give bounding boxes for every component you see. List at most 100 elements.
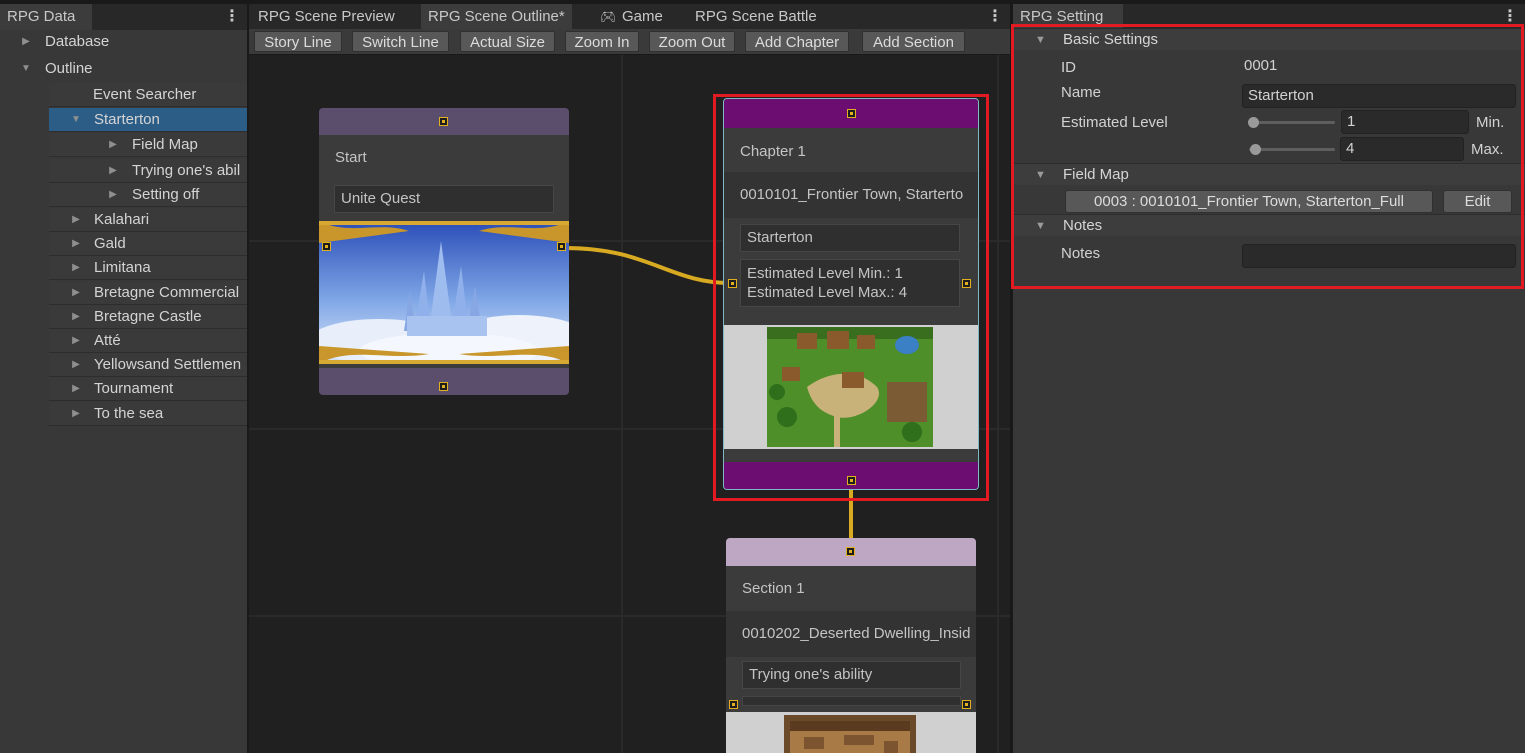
tab-game[interactable]: 🎮︎ Game: [594, 4, 670, 30]
level-min-field[interactable]: 1: [1341, 110, 1469, 134]
collapsed-arrow-icon[interactable]: ▶: [70, 281, 82, 304]
chapter-level-max: Estimated Level Max.: 4: [747, 284, 908, 301]
collapsed-arrow-icon[interactable]: ▶: [70, 402, 82, 425]
level-max-field[interactable]: 4: [1340, 137, 1464, 161]
collapsed-arrow-icon[interactable]: ▶: [20, 30, 32, 54]
tree-item-label: Kalahari: [94, 211, 150, 228]
start-node-field[interactable]: Unite Quest: [334, 185, 554, 213]
expanded-arrow-icon[interactable]: ▼: [1035, 164, 1046, 186]
chapter-right-port[interactable]: [962, 279, 971, 288]
tree-item-yellowsand[interactable]: ▶ Yellowsand Settlemen: [49, 353, 247, 377]
castle-image: [319, 221, 569, 364]
start-input-port[interactable]: [439, 117, 448, 126]
tree-subitem-setting-off[interactable]: ▶ Setting off: [49, 183, 247, 207]
field-map-select-button[interactable]: 0003 : 0010101_Frontier Town, Starterton…: [1065, 190, 1433, 213]
tree-item-gald[interactable]: ▶ Gald: [49, 232, 247, 256]
tree-database[interactable]: ▶ Database: [0, 30, 247, 54]
collapsed-arrow-icon[interactable]: ▶: [107, 183, 119, 206]
tab-rpg-data[interactable]: RPG Data: [0, 4, 92, 30]
section-input-port[interactable]: [846, 547, 855, 556]
chapter-left-port[interactable]: [728, 279, 737, 288]
add-chapter-button[interactable]: Add Chapter: [745, 31, 849, 52]
outline-canvas[interactable]: Start Unite Quest Chapter 1 0010101_Fron…: [249, 55, 1010, 753]
zoom-in-button[interactable]: Zoom In: [565, 31, 639, 52]
chapter-level-box: Estimated Level Min.: 1 Estimated Level …: [740, 259, 960, 307]
estimated-level-label: Estimated Level: [1061, 114, 1168, 131]
tree-item-bretagne-commercial[interactable]: ▶ Bretagne Commercial: [49, 281, 247, 305]
basic-settings-label: Basic Settings: [1063, 31, 1159, 48]
id-value: 0001: [1244, 57, 1278, 74]
collapsed-arrow-icon[interactable]: ▶: [70, 232, 82, 255]
notes-header[interactable]: ▼ Notes: [1013, 214, 1525, 236]
collapsed-arrow-icon[interactable]: ▶: [70, 256, 82, 279]
switch-line-button[interactable]: Switch Line: [352, 31, 449, 52]
section-right-port[interactable]: [962, 700, 971, 709]
chapter-node-field[interactable]: Starterton: [740, 224, 960, 252]
left-panel: ▶ Database ▼ Outline Event Searcher ▼ St…: [0, 30, 247, 753]
tab-rpg-setting[interactable]: RPG Setting: [1013, 4, 1123, 30]
right-menu-icon[interactable]: ⋮: [1502, 8, 1518, 28]
tree-subitem-trying[interactable]: ▶ Trying one's abil: [49, 159, 247, 183]
level-max-suffix: Max.: [1471, 141, 1504, 158]
tree-item-label: Bretagne Castle: [94, 308, 202, 325]
start-output-port[interactable]: [439, 382, 448, 391]
actual-size-button[interactable]: Actual Size: [460, 31, 555, 52]
tab-scene-battle[interactable]: RPG Scene Battle: [688, 4, 824, 30]
zoom-out-button[interactable]: Zoom Out: [649, 31, 735, 52]
left-menu-icon[interactable]: ⋮: [224, 8, 240, 28]
notes-field[interactable]: [1242, 244, 1516, 268]
add-section-button[interactable]: Add Section: [862, 31, 965, 52]
field-map-edit-button[interactable]: Edit: [1443, 190, 1512, 213]
tab-scene-outline[interactable]: RPG Scene Outline*: [421, 4, 572, 30]
story-line-button[interactable]: Story Line: [254, 31, 342, 52]
tree-item-starterton[interactable]: ▼ Starterton: [49, 108, 247, 132]
tree-item-limitana[interactable]: ▶ Limitana: [49, 256, 247, 280]
notes-label: Notes: [1061, 245, 1101, 262]
level-max-slider-track[interactable]: [1249, 148, 1335, 151]
level-max-slider-thumb[interactable]: [1250, 144, 1261, 155]
section-node-title: Section 1: [742, 580, 805, 597]
tab-scene-preview[interactable]: RPG Scene Preview: [251, 4, 402, 30]
chapter-node[interactable]: Chapter 1 0010101_Frontier Town, Starter…: [723, 98, 979, 490]
collapsed-arrow-icon[interactable]: ▶: [70, 377, 82, 400]
tree-item-bretagne-castle[interactable]: ▶ Bretagne Castle: [49, 305, 247, 329]
level-min-slider-track[interactable]: [1249, 121, 1335, 124]
tree-outline[interactable]: ▼ Outline: [0, 57, 247, 81]
collapsed-arrow-icon[interactable]: ▶: [70, 353, 82, 376]
collapsed-arrow-icon[interactable]: ▶: [70, 208, 82, 231]
expanded-arrow-icon[interactable]: ▼: [70, 108, 82, 131]
right-tabbar: RPG Setting ⋮: [1013, 4, 1525, 30]
name-field[interactable]: Starterton: [1242, 84, 1516, 108]
collapsed-arrow-icon[interactable]: ▶: [70, 305, 82, 328]
expanded-arrow-icon[interactable]: ▼: [1035, 29, 1046, 51]
id-label: ID: [1061, 59, 1076, 76]
collapsed-arrow-icon[interactable]: ▶: [107, 133, 119, 156]
section-node-field[interactable]: Trying one's ability: [742, 661, 961, 689]
tree-item-to-the-sea[interactable]: ▶ To the sea: [49, 402, 247, 426]
section-map-preview: [726, 712, 976, 753]
tree-item-atte[interactable]: ▶ Atté: [49, 329, 247, 353]
tree-item-tournament[interactable]: ▶ Tournament: [49, 377, 247, 401]
chapter-input-port[interactable]: [847, 109, 856, 118]
start-right-port[interactable]: [557, 242, 566, 251]
start-node[interactable]: Start Unite Quest: [319, 108, 569, 395]
collapsed-arrow-icon[interactable]: ▶: [107, 159, 119, 182]
level-min-slider-thumb[interactable]: [1248, 117, 1259, 128]
tree-subitem-field-map[interactable]: ▶ Field Map: [49, 133, 247, 157]
tree-item-label: Atté: [94, 332, 121, 349]
expanded-arrow-icon[interactable]: ▼: [1035, 215, 1046, 237]
section-node[interactable]: Section 1 0010202_Deserted Dwelling_Insi…: [726, 538, 976, 753]
chapter-output-port[interactable]: [847, 476, 856, 485]
outline-toolbar: Story Line Switch Line Actual Size Zoom …: [249, 29, 1010, 54]
tree-event-searcher[interactable]: Event Searcher: [49, 83, 247, 107]
center-tabbar: RPG Scene Preview RPG Scene Outline* 🎮︎ …: [249, 4, 1010, 30]
basic-settings-header[interactable]: ▼ Basic Settings: [1013, 28, 1525, 50]
tree-item-kalahari[interactable]: ▶ Kalahari: [49, 208, 247, 232]
start-left-port[interactable]: [322, 242, 331, 251]
expanded-arrow-icon[interactable]: ▼: [20, 57, 32, 81]
field-map-header[interactable]: ▼ Field Map: [1013, 163, 1525, 185]
collapsed-arrow-icon[interactable]: ▶: [70, 329, 82, 352]
section-left-port[interactable]: [729, 700, 738, 709]
level-min-suffix: Min.: [1476, 114, 1505, 131]
center-menu-icon[interactable]: ⋮: [987, 8, 1003, 28]
